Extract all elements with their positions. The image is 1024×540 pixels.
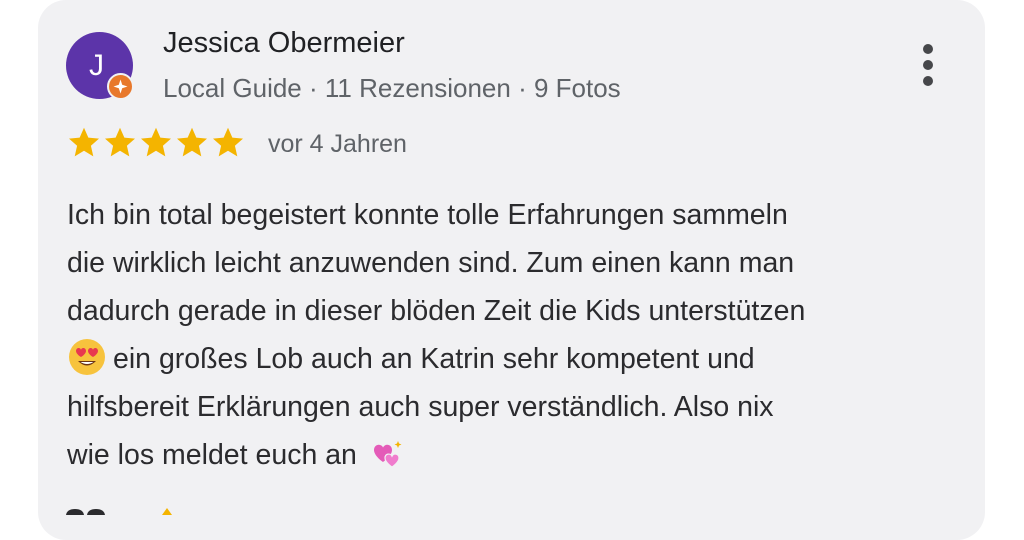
reviewer-name[interactable]: Jessica Obermeier [163, 27, 405, 60]
review-line: dadurch gerade in dieser blöden Zeit die… [67, 295, 806, 327]
star-icon [105, 127, 135, 157]
review-line: hilfsbereit Erklärungen auch super verst… [67, 391, 774, 423]
reviewer-meta: Local Guide · 11 Rezensionen · 9 Fotos [163, 73, 621, 103]
star-icon [141, 127, 171, 157]
review-text: Ich bin total begeistert konnte tolle Er… [67, 191, 967, 479]
two-hearts-emoji [373, 441, 402, 468]
local-guide-star-icon [107, 73, 134, 100]
review-line-text: wie los meldet euch an [67, 439, 357, 471]
like-icon[interactable] [66, 503, 186, 515]
avatar-initial: J [89, 49, 104, 82]
star-rating [66, 125, 246, 163]
more-vert-icon[interactable] [914, 42, 944, 88]
heart-eyes-emoji [69, 339, 105, 375]
review-date: vor 4 Jahren [268, 130, 407, 158]
star-icon [177, 127, 207, 157]
review-line-with-emoji: ein großes Lob auch an Katrin sehr kompe… [67, 335, 967, 383]
review-line-text: ein großes Lob auch an Katrin sehr kompe… [113, 343, 755, 375]
review-line: die wirklich leicht anzuwenden sind. Zum… [67, 247, 795, 279]
review-line-with-emoji: wie los meldet euch an [67, 431, 967, 479]
star-icon [213, 127, 243, 157]
star-icon [69, 127, 99, 157]
review-line: Ich bin total begeistert konnte tolle Er… [67, 199, 788, 231]
